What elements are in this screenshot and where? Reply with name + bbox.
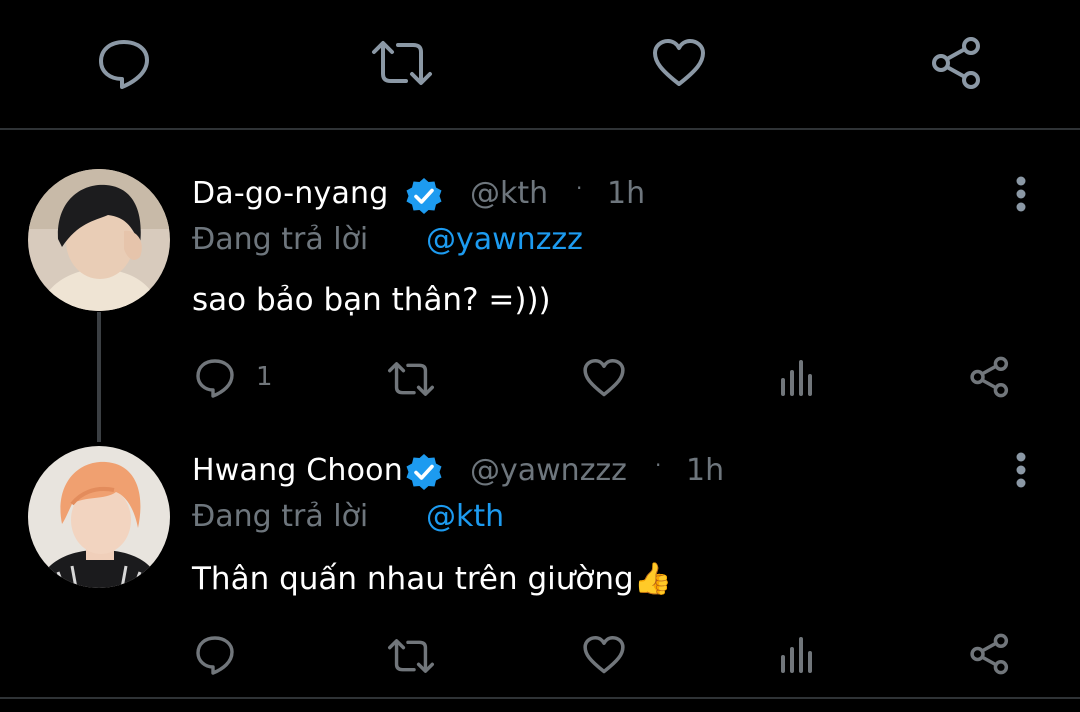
reply-mention-link[interactable]: @yawnzzz <box>426 222 583 257</box>
avatar[interactable] <box>28 169 170 311</box>
more-options-icon[interactable] <box>1015 176 1027 212</box>
like-icon[interactable] <box>582 358 626 398</box>
verified-badge-icon <box>405 453 443 491</box>
tweet-text-content: Thân quấn nhau trên giường <box>192 561 634 597</box>
reply-icon[interactable] <box>194 357 236 399</box>
retweet-icon[interactable] <box>386 637 436 675</box>
tweet-text: sao bảo bạn thân? =))) <box>192 282 551 318</box>
divider <box>0 697 1080 699</box>
replying-to-label: Đang trả lời <box>192 499 369 534</box>
replying-to-label: Đang trả lời <box>192 222 369 257</box>
analytics-icon[interactable] <box>779 637 815 673</box>
reply-icon[interactable] <box>194 634 236 676</box>
separator: · <box>655 453 662 477</box>
more-options-icon[interactable] <box>1015 452 1027 488</box>
handle[interactable]: @yawnzzz <box>470 453 627 488</box>
share-icon[interactable] <box>969 633 1011 675</box>
divider <box>0 128 1080 130</box>
reply-count: 1 <box>256 362 273 392</box>
like-icon[interactable] <box>582 635 626 675</box>
thread-line <box>97 312 101 442</box>
thumbs-up-emoji: 👍 <box>633 561 673 597</box>
handle[interactable]: @kth <box>470 176 548 211</box>
retweet-icon[interactable] <box>386 360 436 398</box>
reply-mention-link[interactable]: @kth <box>426 499 504 534</box>
share-icon[interactable] <box>930 36 984 90</box>
timestamp[interactable]: 1h <box>607 176 645 211</box>
timestamp[interactable]: 1h <box>686 453 724 488</box>
tweet-text: Thân quấn nhau trên giường👍 <box>192 560 672 597</box>
display-name[interactable]: Hwang Choon <box>192 453 403 488</box>
heart-icon[interactable] <box>651 38 707 88</box>
share-icon[interactable] <box>969 356 1011 398</box>
analytics-icon[interactable] <box>779 360 815 396</box>
verified-badge-icon <box>405 177 443 215</box>
avatar[interactable] <box>28 446 170 588</box>
separator: · <box>576 176 583 200</box>
retweet-icon[interactable] <box>370 38 434 88</box>
comment-icon[interactable] <box>96 36 152 90</box>
display-name[interactable]: Da-go-nyang <box>192 176 389 211</box>
